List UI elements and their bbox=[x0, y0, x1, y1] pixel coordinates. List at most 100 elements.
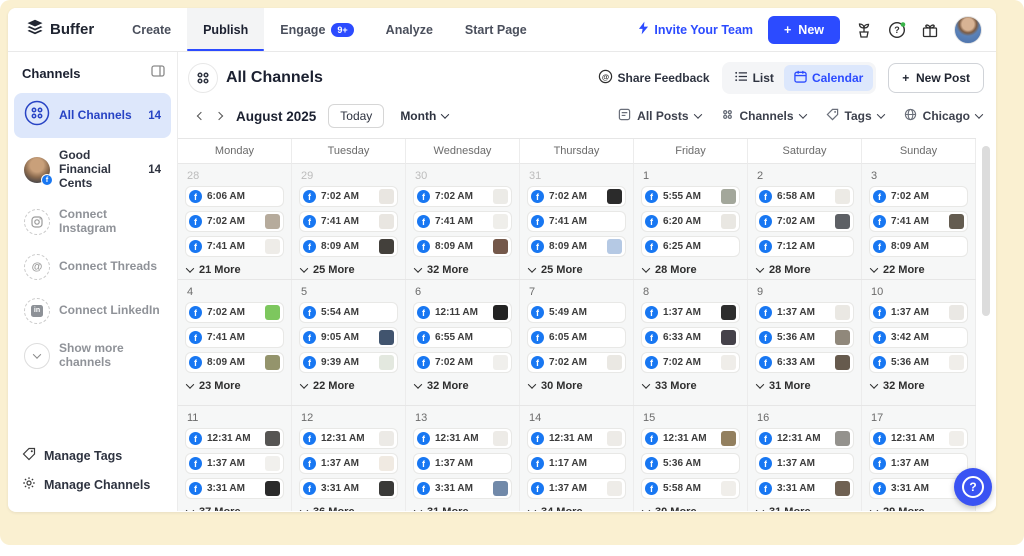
more-posts-link[interactable]: 37 More bbox=[185, 503, 284, 511]
scheduled-post[interactable]: f3:42 AM bbox=[869, 327, 968, 348]
calendar-view-button[interactable]: Calendar bbox=[784, 65, 873, 91]
scheduled-post[interactable]: f8:09 AM bbox=[869, 236, 968, 257]
day-cell[interactable]: 4f7:02 AMf7:41 AMf8:09 AM23 More bbox=[178, 280, 292, 405]
tab-publish[interactable]: Publish bbox=[187, 8, 264, 51]
scheduled-post[interactable]: f1:17 AM bbox=[527, 453, 626, 474]
scheduled-post[interactable]: f1:37 AM bbox=[755, 453, 854, 474]
sidebar-item-good-financial-cents[interactable]: f Good Financial Cents 14 bbox=[14, 142, 171, 197]
today-button[interactable]: Today bbox=[328, 104, 384, 128]
scheduled-post[interactable]: f8:09 AM bbox=[299, 236, 398, 257]
scheduled-post[interactable]: f1:37 AM bbox=[185, 453, 284, 474]
day-cell[interactable]: 31f7:02 AMf7:41 AMf8:09 AM25 More bbox=[520, 164, 634, 279]
scheduled-post[interactable]: f12:31 AM bbox=[869, 428, 968, 449]
scheduled-post[interactable]: f5:36 AM bbox=[755, 327, 854, 348]
filter-timezone[interactable]: Chicago bbox=[904, 108, 982, 124]
scheduled-post[interactable]: f1:37 AM bbox=[755, 302, 854, 323]
scheduled-post[interactable]: f7:02 AM bbox=[413, 352, 512, 373]
previous-month-button[interactable] bbox=[192, 107, 210, 125]
manage-tags-link[interactable]: Manage Tags bbox=[22, 441, 177, 470]
scheduled-post[interactable]: f1:37 AM bbox=[869, 302, 968, 323]
scrollbar-thumb[interactable] bbox=[982, 146, 990, 316]
day-cell[interactable]: 16f12:31 AMf1:37 AMf3:31 AM31 More bbox=[748, 406, 862, 511]
more-posts-link[interactable]: 32 More bbox=[869, 377, 968, 395]
scheduled-post[interactable]: f7:02 AM bbox=[185, 302, 284, 323]
day-cell[interactable]: 3f7:02 AMf7:41 AMf8:09 AM22 More bbox=[862, 164, 976, 279]
scheduled-post[interactable]: f1:37 AM bbox=[869, 453, 968, 474]
more-posts-link[interactable]: 34 More bbox=[527, 503, 626, 511]
manage-channels-link[interactable]: Manage Channels bbox=[22, 470, 177, 499]
scheduled-post[interactable]: f12:31 AM bbox=[527, 428, 626, 449]
scheduled-post[interactable]: f6:55 AM bbox=[413, 327, 512, 348]
scheduled-post[interactable]: f6:06 AM bbox=[185, 186, 284, 207]
share-feedback-link[interactable]: @ Share Feedback bbox=[598, 69, 710, 87]
scheduled-post[interactable]: f7:41 AM bbox=[299, 211, 398, 232]
scheduled-post[interactable]: f7:41 AM bbox=[527, 211, 626, 232]
scheduled-post[interactable]: f9:39 AM bbox=[299, 352, 398, 373]
scheduled-post[interactable]: f7:12 AM bbox=[755, 236, 854, 257]
day-cell[interactable]: 10f1:37 AMf3:42 AMf5:36 AM32 More bbox=[862, 280, 976, 405]
new-button[interactable]: + New bbox=[768, 16, 840, 44]
new-post-button[interactable]: + New Post bbox=[888, 63, 984, 93]
collapse-panel-icon[interactable] bbox=[151, 64, 165, 83]
scheduled-post[interactable]: f12:31 AM bbox=[413, 428, 512, 449]
sidebar-item-show-more-channels[interactable]: Show more channels bbox=[14, 335, 171, 377]
more-posts-link[interactable]: 32 More bbox=[413, 377, 512, 395]
scheduled-post[interactable]: f7:02 AM bbox=[641, 352, 740, 373]
help-icon[interactable]: ? bbox=[888, 21, 906, 39]
list-view-button[interactable]: List bbox=[725, 66, 784, 90]
scheduled-post[interactable]: f12:11 AM bbox=[413, 302, 512, 323]
more-posts-link[interactable]: 32 More bbox=[413, 261, 512, 279]
scheduled-post[interactable]: f9:05 AM bbox=[299, 327, 398, 348]
filter-channels[interactable]: Channels bbox=[721, 108, 806, 124]
scheduled-post[interactable]: f5:54 AM bbox=[299, 302, 398, 323]
scheduled-post[interactable]: f3:31 AM bbox=[185, 478, 284, 499]
more-posts-link[interactable]: 25 More bbox=[299, 261, 398, 279]
day-cell[interactable]: 5f5:54 AMf9:05 AMf9:39 AM22 More bbox=[292, 280, 406, 405]
more-posts-link[interactable]: 30 More bbox=[527, 377, 626, 395]
sidebar-item-connect-instagram[interactable]: Connect Instagram bbox=[14, 201, 171, 243]
user-avatar[interactable] bbox=[954, 16, 982, 44]
scheduled-post[interactable]: f8:09 AM bbox=[413, 236, 512, 257]
more-posts-link[interactable]: 25 More bbox=[527, 261, 626, 279]
more-posts-link[interactable]: 28 More bbox=[755, 261, 854, 279]
more-posts-link[interactable]: 23 More bbox=[185, 377, 284, 395]
day-cell[interactable]: 14f12:31 AMf1:17 AMf1:37 AM34 More bbox=[520, 406, 634, 511]
day-cell[interactable]: 15f12:31 AMf5:36 AMf5:58 AM30 More bbox=[634, 406, 748, 511]
more-posts-link[interactable]: 29 More bbox=[869, 503, 968, 511]
more-posts-link[interactable]: 33 More bbox=[641, 377, 740, 395]
sidebar-item-all-channels[interactable]: All Channels 14 bbox=[14, 93, 171, 138]
buffer-logo[interactable]: Buffer bbox=[8, 8, 116, 51]
tab-engage[interactable]: Engage 9+ bbox=[264, 8, 369, 51]
scheduled-post[interactable]: f5:36 AM bbox=[869, 352, 968, 373]
more-posts-link[interactable]: 31 More bbox=[755, 503, 854, 511]
scheduled-post[interactable]: f7:41 AM bbox=[185, 327, 284, 348]
day-cell[interactable]: 12f12:31 AMf1:37 AMf3:31 AM36 More bbox=[292, 406, 406, 511]
scheduled-post[interactable]: f8:09 AM bbox=[185, 352, 284, 373]
tab-analyze[interactable]: Analyze bbox=[370, 8, 449, 51]
day-cell[interactable]: 28f6:06 AMf7:02 AMf7:41 AM21 More bbox=[178, 164, 292, 279]
scheduled-post[interactable]: f3:31 AM bbox=[413, 478, 512, 499]
scheduled-post[interactable]: f8:09 AM bbox=[527, 236, 626, 257]
scheduled-post[interactable]: f7:02 AM bbox=[299, 186, 398, 207]
growth-plant-icon[interactable] bbox=[855, 21, 873, 39]
more-posts-link[interactable]: 31 More bbox=[413, 503, 512, 511]
scheduled-post[interactable]: f6:33 AM bbox=[641, 327, 740, 348]
scheduled-post[interactable]: f7:02 AM bbox=[755, 211, 854, 232]
more-posts-link[interactable]: 31 More bbox=[755, 377, 854, 395]
scheduled-post[interactable]: f6:05 AM bbox=[527, 327, 626, 348]
day-cell[interactable]: 2f6:58 AMf7:02 AMf7:12 AM28 More bbox=[748, 164, 862, 279]
scheduled-post[interactable]: f3:31 AM bbox=[299, 478, 398, 499]
scheduled-post[interactable]: f7:02 AM bbox=[869, 186, 968, 207]
scheduled-post[interactable]: f6:20 AM bbox=[641, 211, 740, 232]
gift-icon[interactable] bbox=[921, 21, 939, 39]
scheduled-post[interactable]: f7:02 AM bbox=[413, 186, 512, 207]
day-cell[interactable]: 7f5:49 AMf6:05 AMf7:02 AM30 More bbox=[520, 280, 634, 405]
day-cell[interactable]: 1f5:55 AMf6:20 AMf6:25 AM28 More bbox=[634, 164, 748, 279]
filter-all-posts[interactable]: All Posts bbox=[618, 108, 700, 124]
scheduled-post[interactable]: f7:02 AM bbox=[527, 186, 626, 207]
scheduled-post[interactable]: f7:41 AM bbox=[869, 211, 968, 232]
invite-your-team-link[interactable]: Invite Your Team bbox=[638, 21, 753, 38]
sidebar-item-connect-threads[interactable]: @ Connect Threads bbox=[14, 247, 171, 287]
more-posts-link[interactable]: 21 More bbox=[185, 261, 284, 279]
day-cell[interactable]: 6f12:11 AMf6:55 AMf7:02 AM32 More bbox=[406, 280, 520, 405]
